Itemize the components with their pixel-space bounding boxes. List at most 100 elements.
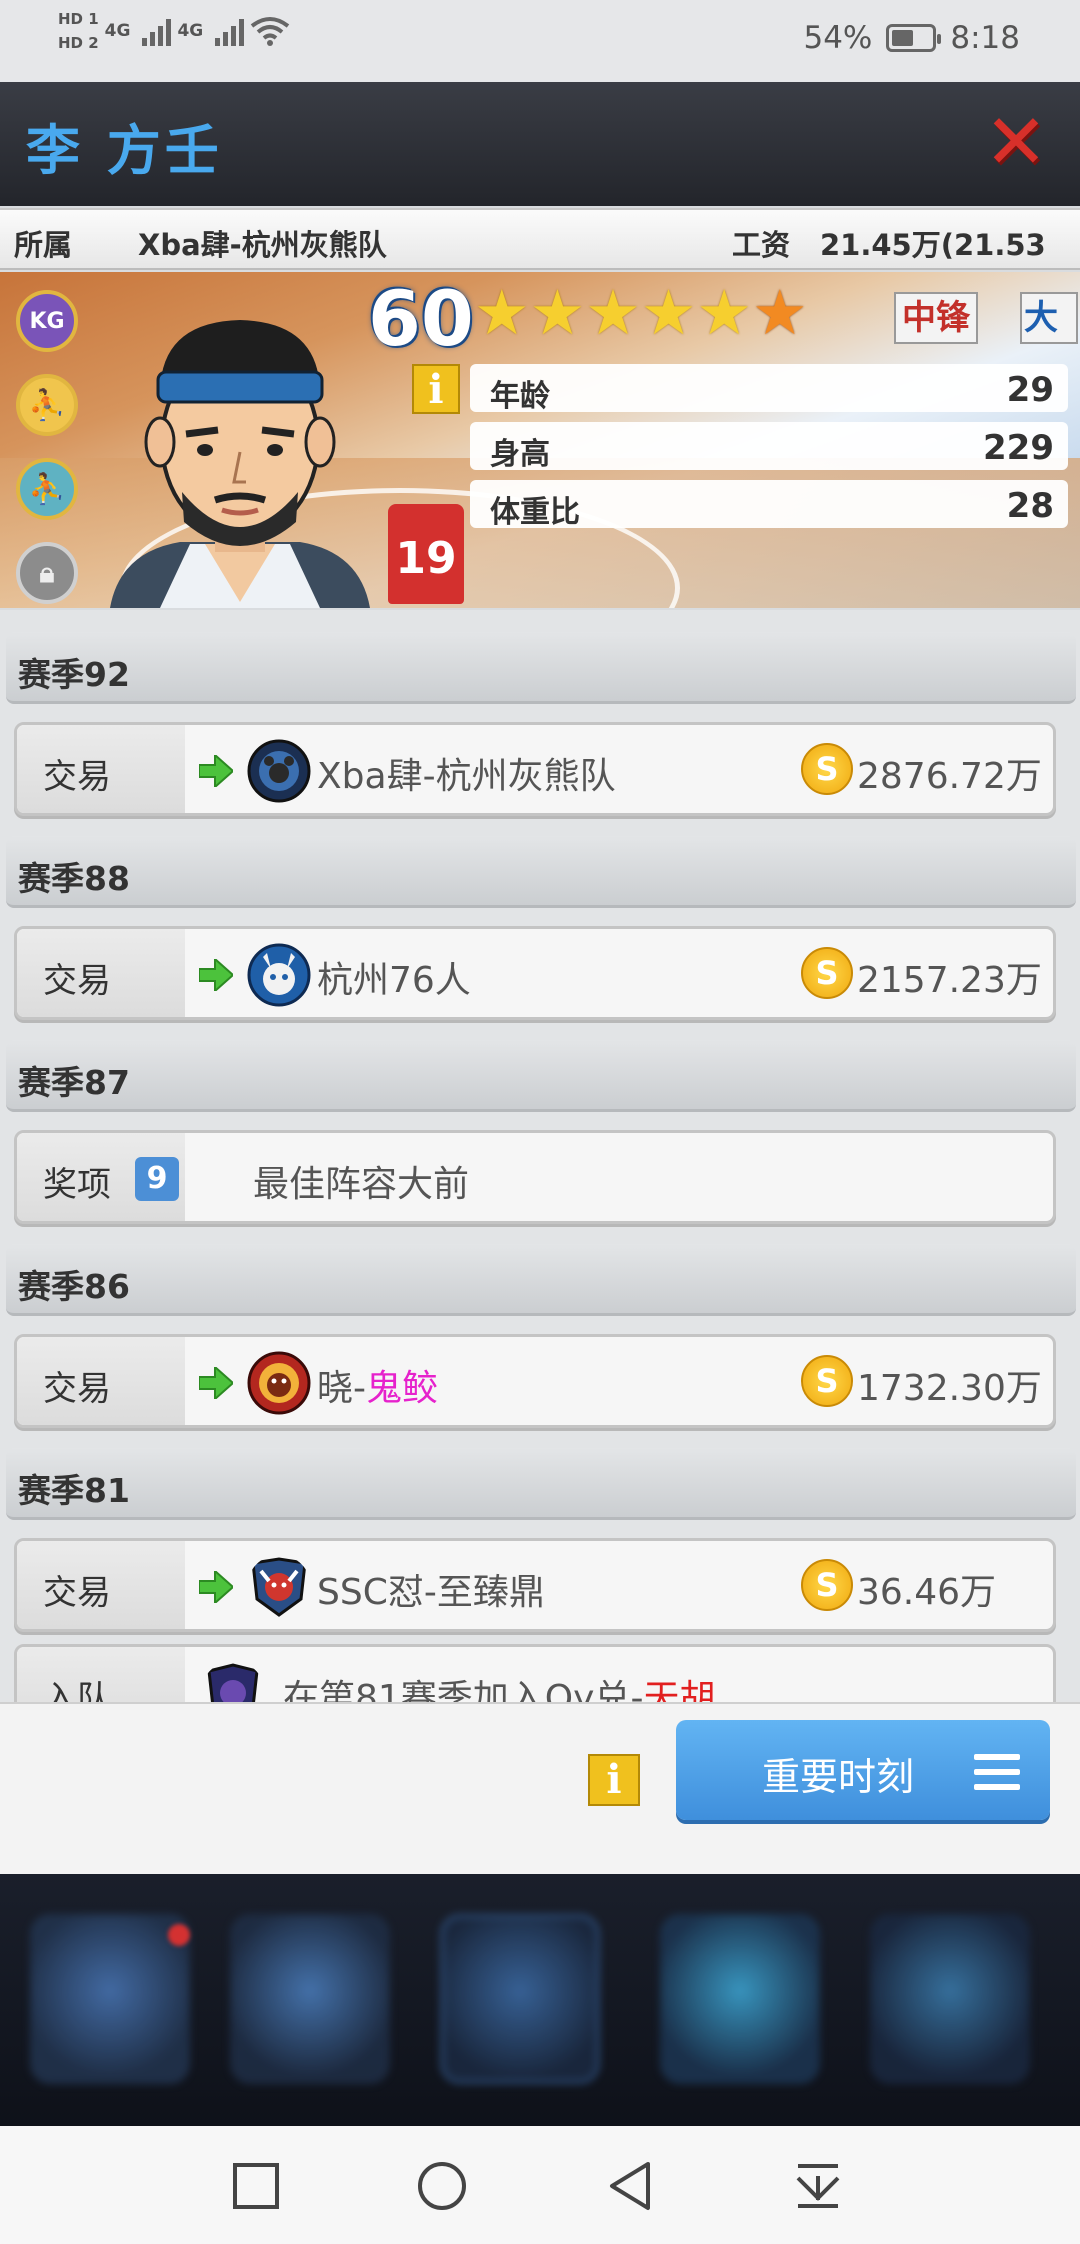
signal-icon [215,16,245,46]
nav-arena-icon[interactable] [440,1914,600,2084]
bottom-action-panel: i 重要时刻 [0,1702,1080,1874]
position-primary: 中锋 [894,292,978,344]
history-entry-award[interactable]: 奖项 9 最佳阵容大前 [14,1130,1056,1224]
notification-dot [168,1924,190,1946]
entry-type: 交易 [43,757,111,797]
entry-type-cell: 入队 [17,1647,185,1702]
network-indicators: HD 1 HD 2 4G 4G [58,10,290,52]
badge-column: KG ⛹ ⛹ 🔒︎ [16,290,78,604]
team-name-highlight: 鬼鲛 [366,1368,439,1409]
stat-weight-ratio: 体重比 28 [470,480,1068,530]
join-text-prefix: 在第81赛季加入Qy兑- [283,1678,644,1702]
bull-team-logo-icon [251,1557,307,1617]
trade-amount: 2157.23万 [857,960,1042,1001]
coin-icon: S [801,743,853,795]
status-right: 54% 8:18 [803,20,1020,56]
signal-icon [142,16,172,46]
history-entry-join[interactable]: 入队 在第81赛季加入Qy兑-天胡 [14,1644,1056,1702]
entry-type-cell: 交易 [17,725,185,813]
season-title: 赛季88 [18,859,130,898]
network-type-1: 4G [104,21,131,41]
season-title: 赛季81 [18,1471,130,1510]
menu-icon [974,1754,1020,1799]
season-header: 赛季92 [6,632,1076,704]
nav-yen-icon[interactable] [230,1914,390,2084]
back-icon[interactable] [604,2160,656,2212]
season-title: 赛季86 [18,1267,130,1306]
star-icon: ★ [696,276,752,349]
salary-label: 工资 [732,228,791,262]
stat-age: 年龄 29 [470,364,1068,414]
team-logo-icon [207,1663,259,1702]
entry-type: 入队 [43,1679,111,1702]
entry-type: 奖项 [43,1165,111,1205]
coin-icon: S [801,947,853,999]
history-entry-trade[interactable]: 交易 Xba肆-杭州灰熊队 S 2876.72万 [14,722,1056,816]
stat-value: 28 [1006,486,1054,526]
wifi-icon [251,17,290,46]
half-star-icon: ★ [751,276,808,349]
history-entry-trade[interactable]: 交易 杭州76人 S 2157.23万 [14,926,1056,1020]
career-history-list[interactable]: 赛季92 交易 Xba肆-杭州灰熊队 S 2876.72万 赛季88 交易 杭州… [0,610,1080,1702]
player-profile: KG ⛹ ⛹ 🔒︎ 19 60 ★ ★ ★ ★ ★ ★ 中锋 大前 i 年龄 [0,272,1080,608]
notification-pulldown-icon[interactable] [792,2160,844,2212]
arrow-right-icon [199,959,233,991]
home-icon[interactable] [416,2160,468,2212]
hd1-label: HD 1 [58,10,99,28]
award-name: 最佳阵容大前 [253,1164,470,1205]
coin-icon: S [801,1559,853,1611]
coin-icon: S [801,1355,853,1407]
76ers-team-logo-icon [247,943,311,1007]
entry-type-cell: 交易 [17,1541,185,1629]
stat-height: 身高 229 [470,422,1068,472]
jersey-number: 19 [388,504,464,604]
trade-amount: 36.46万 [857,1572,997,1613]
stat-value: 29 [1006,370,1054,410]
player-avatar [110,320,370,608]
team-name: Xba肆-杭州灰熊队 [138,228,387,262]
clock: 8:18 [950,20,1020,56]
arrow-right-icon [199,1571,233,1603]
season-header: 赛季87 [6,1040,1076,1112]
join-text: 在第81赛季加入Qy兑-天胡 [283,1669,715,1702]
season-header: 赛季86 [6,1244,1076,1316]
star-icon: ★ [640,276,697,349]
season-header: 赛季81 [6,1448,1076,1520]
info-icon[interactable]: i [588,1754,640,1806]
team-name: 杭州76人 [317,960,471,1001]
team-name: 晓-鬼鲛 [317,1359,438,1411]
kg-badge-icon[interactable]: KG [16,290,78,352]
info-icon[interactable]: i [412,364,460,414]
entry-type: 交易 [43,1369,111,1409]
key-moments-label: 重要时刻 [762,1755,915,1799]
hd2-label: HD 2 [58,34,99,52]
history-entry-trade[interactable]: 交易 SSC怼-至臻鼎 S 36.46万 [14,1538,1056,1632]
nav-star-icon[interactable] [30,1914,190,2084]
trade-amount: 2876.72万 [857,756,1042,797]
close-icon[interactable]: ✕ [982,104,1050,180]
system-nav-bar [0,2126,1080,2244]
team-label: 所属 [14,228,73,262]
star-icon: ★ [474,276,530,349]
star-icon: ★ [529,276,586,349]
nav-chat-icon[interactable] [660,1914,820,2084]
game-bottom-nav [0,1874,1080,2126]
nav-up-icon[interactable] [870,1914,1030,2084]
lock-icon[interactable]: 🔒︎ [16,542,78,604]
battery-icon [886,24,942,52]
lion-team-logo-icon [247,1351,311,1415]
arrow-right-icon [199,1367,233,1399]
key-moments-button[interactable]: 重要时刻 [676,1720,1050,1820]
battery-percent: 54% [803,20,873,56]
arrow-right-icon [199,755,233,787]
star-rating: ★ ★ ★ ★ ★ ★ [474,278,808,348]
recents-icon[interactable] [230,2160,282,2212]
entry-type: 交易 [43,1573,111,1613]
join-team-highlight: 天胡 [643,1678,716,1702]
status-bar: HD 1 HD 2 4G 4G 54% 8:18 [0,0,1080,82]
teal-player-badge-icon[interactable]: ⛹ [16,458,78,520]
season-title: 赛季87 [18,1063,130,1102]
history-entry-trade[interactable]: 交易 晓-鬼鲛 S 1732.30万 [14,1334,1056,1428]
stat-label: 身高 [490,437,550,472]
gold-player-badge-icon[interactable]: ⛹ [16,374,78,436]
